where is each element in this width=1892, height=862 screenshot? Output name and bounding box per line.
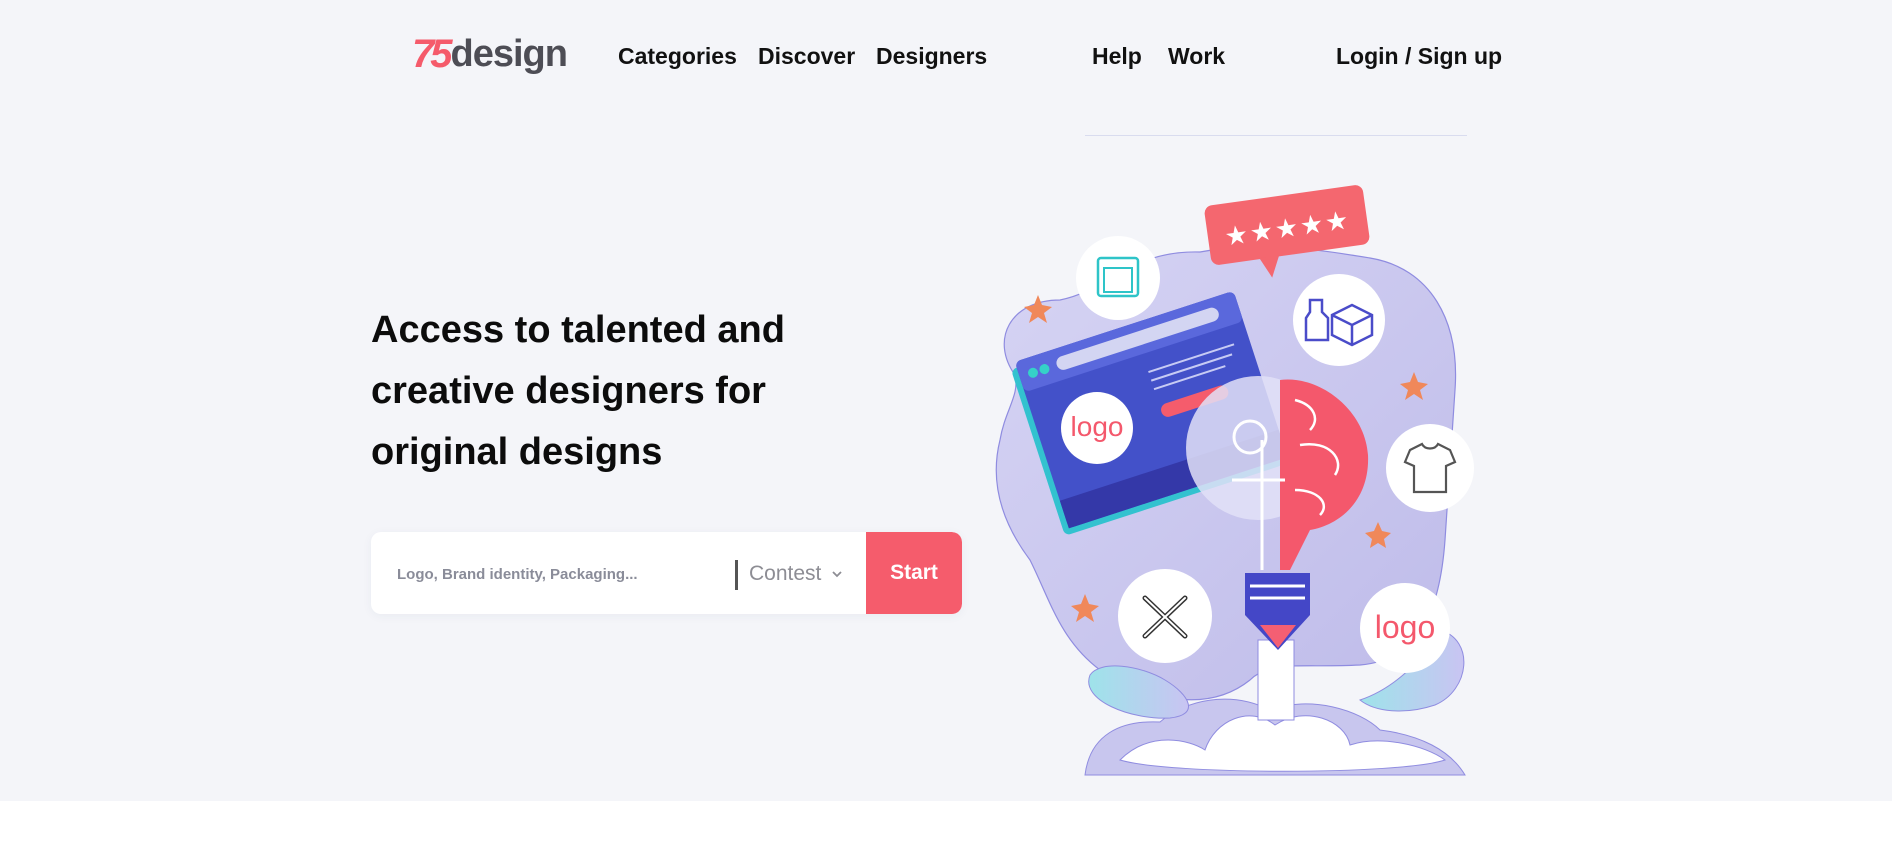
tshirt-icon-badge	[1386, 424, 1474, 512]
search-input[interactable]	[395, 532, 729, 614]
logo-badge-small: logo	[1061, 392, 1133, 464]
search-separator	[735, 560, 738, 590]
logo-badge-large: logo	[1360, 583, 1450, 673]
svg-text:logo: logo	[1375, 609, 1436, 645]
logo-mark: 75	[412, 32, 452, 76]
start-button[interactable]: Start	[866, 532, 962, 614]
nav-login-signup[interactable]: Login / Sign up	[1336, 42, 1502, 70]
tools-icon-badge	[1118, 569, 1212, 663]
window-icon-badge	[1076, 236, 1160, 320]
contest-type-select[interactable]: Contest	[749, 556, 843, 592]
packaging-icon-badge	[1293, 274, 1385, 366]
hero-illustration: ★★★★★ logo logo	[995, 185, 1474, 776]
search-bar: Contest Start	[371, 532, 962, 614]
svg-text:logo: logo	[1071, 411, 1124, 442]
header-divider	[1085, 135, 1467, 136]
chevron-down-icon	[832, 571, 843, 578]
hero-headline: Access to talented and creative designer…	[371, 309, 785, 473]
nav-work[interactable]: Work	[1168, 42, 1225, 70]
nav-discover[interactable]: Discover	[758, 42, 855, 70]
logo-wordmark: design	[450, 33, 568, 75]
contest-type-label: Contest	[749, 562, 822, 585]
site-logo[interactable]: 75 design	[412, 30, 568, 78]
rocket-trail	[1257, 639, 1295, 721]
hero-background	[0, 0, 1892, 801]
nav-help[interactable]: Help	[1092, 42, 1142, 70]
nav-designers[interactable]: Designers	[876, 42, 987, 70]
nav-categories[interactable]: Categories	[618, 42, 737, 70]
